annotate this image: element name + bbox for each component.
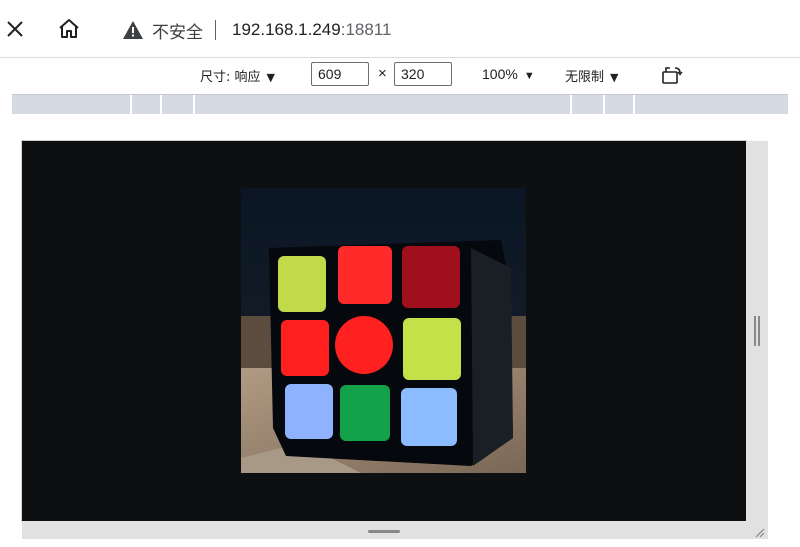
device-toolbar: 尺寸: 响应 ▼ 609 × 320 100% ▼ 无限制 ▼ — [12, 58, 788, 92]
chevron-down-icon: ▼ — [266, 71, 275, 84]
media-query-divider — [193, 95, 195, 115]
url-host[interactable]: 192.168.1.249 — [232, 20, 341, 40]
omnibox-divider — [215, 20, 216, 40]
resize-grip-icon — [368, 530, 400, 533]
zoom-label: 100% — [482, 66, 518, 82]
rotate-device-button[interactable] — [660, 64, 684, 86]
close-button[interactable] — [4, 18, 26, 40]
resize-grip-icon — [754, 316, 760, 346]
warning-triangle-icon[interactable] — [122, 20, 144, 40]
close-icon — [7, 21, 23, 37]
zoom-dropdown[interactable]: 100% ▼ — [482, 66, 535, 82]
chevron-down-icon: ▼ — [610, 71, 619, 84]
media-query-bar[interactable] — [12, 94, 788, 115]
corner-resize-icon — [755, 528, 765, 538]
height-input[interactable]: 320 — [394, 62, 452, 86]
media-query-divider — [633, 95, 635, 115]
rubiks-cube-camera-image — [241, 188, 526, 473]
browser-window: 不安全 192.168.1.249:18811 尺寸: 响应 ▼ 609 × 32… — [0, 0, 800, 547]
security-status-label[interactable]: 不安全 — [152, 18, 203, 43]
browser-top-bar: 不安全 192.168.1.249:18811 — [0, 0, 800, 58]
chevron-down-icon: ▼ — [523, 70, 535, 82]
home-button[interactable] — [56, 16, 82, 42]
viewport-height-resize-handle[interactable] — [22, 521, 768, 539]
viewport-corner-resize-handle[interactable] — [752, 525, 766, 539]
media-query-divider — [130, 95, 132, 115]
address-bar[interactable]: 不安全 192.168.1.249:18811 — [104, 10, 794, 50]
times-symbol: × — [378, 65, 387, 82]
dimensions-label: 尺寸: 响应 — [200, 70, 261, 85]
media-query-divider — [570, 95, 572, 115]
throttle-label: 无限制 — [565, 70, 605, 85]
throttle-dropdown[interactable]: 无限制 ▼ — [565, 66, 618, 85]
media-query-divider — [603, 95, 605, 115]
dimensions-dropdown[interactable]: 尺寸: 响应 ▼ — [200, 66, 275, 85]
media-query-divider — [160, 95, 162, 115]
viewport-width-resize-handle[interactable] — [746, 141, 768, 521]
width-input[interactable]: 609 — [311, 62, 369, 86]
home-icon — [59, 19, 79, 38]
rotate-device-icon — [662, 67, 683, 84]
url-port[interactable]: :18811 — [341, 20, 392, 40]
